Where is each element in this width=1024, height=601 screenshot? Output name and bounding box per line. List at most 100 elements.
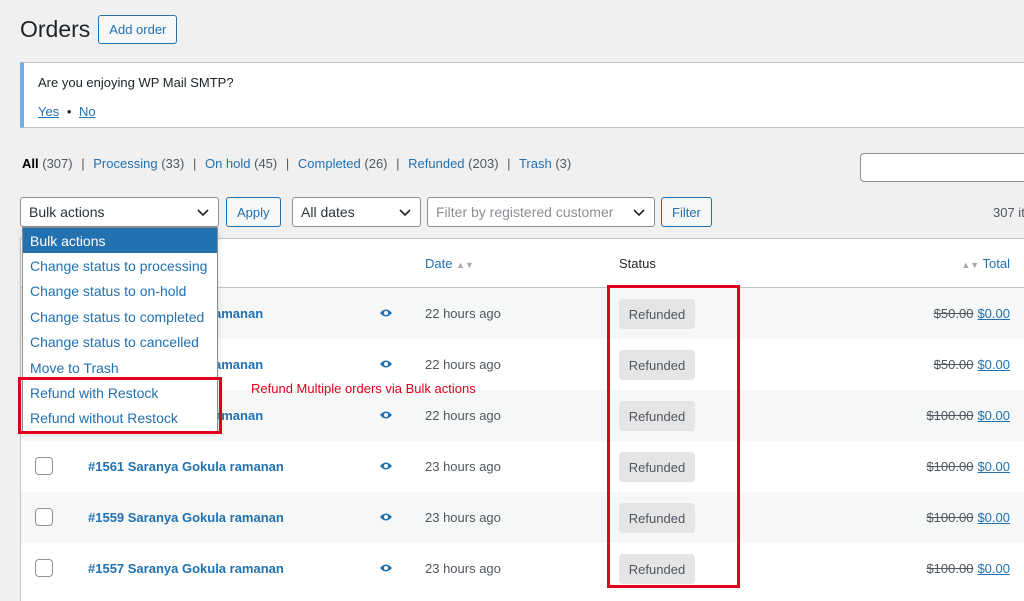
chevron-down-icon bbox=[399, 209, 411, 217]
page-header: Orders Add order bbox=[20, 15, 178, 44]
new-total: $0.00 bbox=[977, 510, 1010, 525]
search-orders-input[interactable] bbox=[860, 153, 1024, 182]
notice-separator: • bbox=[66, 104, 72, 119]
status-badge: Refunded bbox=[619, 452, 695, 482]
annotation-label: Refund Multiple orders via Bulk actions bbox=[251, 381, 476, 396]
view-processing[interactable]: Processing bbox=[93, 156, 157, 171]
new-total: $0.00 bbox=[977, 459, 1010, 474]
view-separator: | bbox=[396, 156, 400, 171]
status-filter-views: All (307) | Processing (33) | On hold (4… bbox=[22, 156, 571, 171]
table-row: #1559 Saranya Gokula ramanan 23 hours ag… bbox=[21, 492, 1024, 543]
smtp-notice: Are you enjoying WP Mail SMTP? Yes • No bbox=[20, 62, 1024, 128]
bulk-option-processing[interactable]: Change status to processing bbox=[23, 253, 217, 278]
order-date: 22 hours ago bbox=[425, 306, 501, 321]
bulk-actions-dropdown: Bulk actions Change status to processing… bbox=[22, 227, 218, 433]
table-row: #1557 Saranya Gokula ramanan 23 hours ag… bbox=[21, 543, 1024, 594]
eye-icon[interactable] bbox=[379, 461, 393, 471]
bulk-option-refund-restock[interactable]: Refund with Restock bbox=[23, 380, 217, 405]
order-total: $100.00 $0.00 bbox=[926, 510, 1010, 525]
sort-icon: ▲▼ bbox=[456, 259, 474, 270]
eye-icon[interactable] bbox=[379, 563, 393, 573]
view-completed[interactable]: Completed bbox=[298, 156, 361, 171]
order-link[interactable]: #1561 Saranya Gokula ramanan bbox=[88, 459, 284, 474]
order-date: 23 hours ago bbox=[425, 459, 501, 474]
bulk-option-cancelled[interactable]: Change status to cancelled bbox=[23, 330, 217, 355]
order-total: $50.00 $0.00 bbox=[934, 306, 1010, 321]
bulk-option-trash[interactable]: Move to Trash bbox=[23, 355, 217, 380]
order-total: $100.00 $0.00 bbox=[926, 459, 1010, 474]
eye-icon[interactable] bbox=[379, 512, 393, 522]
column-total[interactable]: ▲▼ Total bbox=[961, 256, 1010, 271]
view-all[interactable]: All bbox=[22, 156, 39, 171]
filter-button[interactable]: Filter bbox=[661, 197, 712, 227]
order-link[interactable]: amanan bbox=[214, 306, 263, 321]
status-badge: Refunded bbox=[619, 299, 695, 329]
order-link[interactable]: #1559 Saranya Gokula ramanan bbox=[88, 510, 284, 525]
order-total: $50.00 $0.00 bbox=[934, 357, 1010, 372]
eye-icon[interactable] bbox=[379, 308, 393, 318]
new-total: $0.00 bbox=[977, 408, 1010, 423]
bulk-option-on-hold[interactable]: Change status to on-hold bbox=[23, 279, 217, 304]
old-total: $50.00 bbox=[933, 357, 974, 372]
apply-button[interactable]: Apply bbox=[226, 197, 281, 227]
add-order-button[interactable]: Add order bbox=[98, 15, 178, 44]
status-badge: Refunded bbox=[619, 350, 695, 380]
bulk-actions-select[interactable]: Bulk actions bbox=[20, 197, 219, 227]
bulk-option-refund-no-restock[interactable]: Refund without Restock bbox=[23, 406, 217, 431]
order-total: $100.00 $0.00 bbox=[926, 408, 1010, 423]
view-completed-count: (26) bbox=[364, 156, 388, 171]
view-processing-count: (33) bbox=[161, 156, 185, 171]
new-total: $0.00 bbox=[977, 357, 1010, 372]
row-checkbox[interactable] bbox=[35, 559, 53, 577]
bulk-option-completed[interactable]: Change status to completed bbox=[23, 304, 217, 329]
old-total: $100.00 bbox=[926, 561, 974, 576]
status-badge: Refunded bbox=[619, 503, 695, 533]
view-separator: | bbox=[192, 156, 197, 171]
column-date-label: Date bbox=[425, 256, 453, 271]
new-total: $0.00 bbox=[977, 306, 1010, 321]
old-total: $100.00 bbox=[926, 510, 974, 525]
dates-select[interactable]: All dates bbox=[292, 197, 421, 227]
old-total: $100.00 bbox=[926, 408, 974, 423]
sort-icon: ▲▼ bbox=[961, 259, 980, 270]
bulk-option-none[interactable]: Bulk actions bbox=[23, 228, 217, 254]
row-checkbox[interactable] bbox=[35, 457, 53, 475]
new-total: $0.00 bbox=[977, 561, 1010, 576]
eye-icon[interactable] bbox=[379, 359, 393, 369]
view-trash-count: (3) bbox=[555, 156, 572, 171]
view-separator: | bbox=[81, 156, 85, 171]
items-count: 307 it bbox=[993, 205, 1024, 220]
old-total: $50.00 bbox=[933, 306, 974, 321]
bulk-actions-value: Bulk actions bbox=[29, 204, 105, 220]
order-link[interactable]: amanan bbox=[214, 408, 263, 423]
table-row: #1561 Saranya Gokula ramanan 23 hours ag… bbox=[21, 441, 1024, 492]
old-total: $100.00 bbox=[926, 459, 974, 474]
customer-filter-select[interactable]: Filter by registered customer bbox=[427, 197, 655, 227]
column-status: Status bbox=[619, 256, 656, 271]
notice-yes-link[interactable]: Yes bbox=[38, 104, 59, 119]
view-refunded-count: (203) bbox=[468, 156, 499, 171]
view-all-count: (307) bbox=[42, 156, 73, 171]
view-on-hold[interactable]: On hold bbox=[205, 156, 251, 171]
dates-value: All dates bbox=[301, 204, 355, 220]
order-date: 23 hours ago bbox=[425, 561, 501, 576]
view-separator: | bbox=[285, 156, 290, 171]
order-date: 22 hours ago bbox=[425, 408, 501, 423]
eye-icon[interactable] bbox=[379, 410, 393, 420]
view-on-hold-count: (45) bbox=[254, 156, 278, 171]
order-link[interactable]: #1557 Saranya Gokula ramanan bbox=[88, 561, 284, 576]
order-link[interactable]: amanan bbox=[214, 357, 263, 372]
notice-links: Yes • No bbox=[38, 104, 1015, 119]
chevron-down-icon bbox=[197, 209, 209, 217]
notice-no-link[interactable]: No bbox=[79, 104, 96, 119]
view-trash[interactable]: Trash bbox=[519, 156, 552, 171]
column-total-label: Total bbox=[982, 256, 1010, 271]
view-refunded[interactable]: Refunded bbox=[408, 156, 464, 171]
order-total: $100.00 $0.00 bbox=[926, 561, 1010, 576]
status-badge: Refunded bbox=[619, 554, 695, 584]
chevron-down-icon bbox=[633, 209, 645, 217]
row-checkbox[interactable] bbox=[35, 508, 53, 526]
notice-text: Are you enjoying WP Mail SMTP? bbox=[38, 75, 234, 90]
status-badge: Refunded bbox=[619, 401, 695, 431]
column-date[interactable]: Date ▲▼ bbox=[425, 256, 474, 271]
